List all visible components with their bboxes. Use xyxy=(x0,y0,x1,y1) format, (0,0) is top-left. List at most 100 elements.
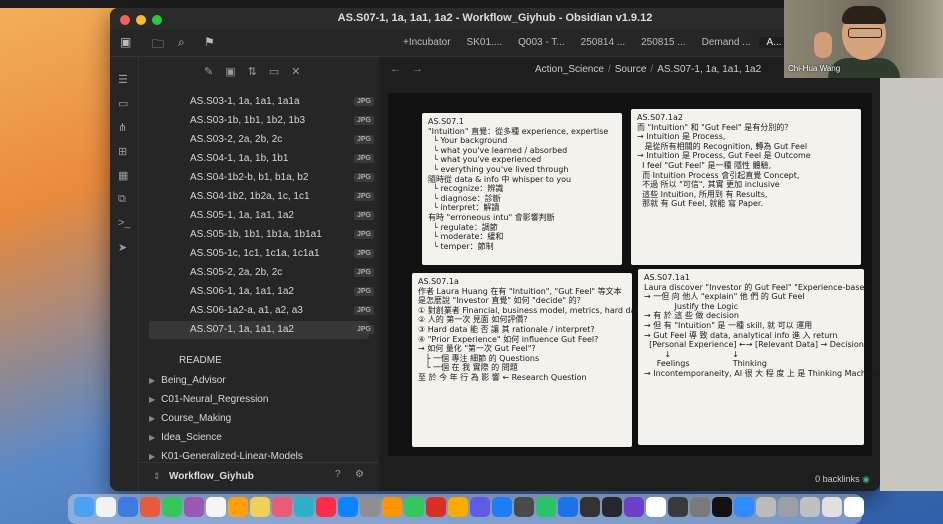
handwritten-notes-photo: AS.S07.1 "Intuition" 直覺：從多種 experience, … xyxy=(388,93,878,456)
chevron-right-icon: ▶ xyxy=(149,376,156,385)
dock-app-icon[interactable] xyxy=(316,497,336,517)
tab-bar: ▣ 🗀 ⌕ ⚑ +Incubator SK01.... Q003 - T... … xyxy=(110,30,880,57)
dock-app-icon[interactable] xyxy=(756,497,776,517)
dock-app-icon[interactable] xyxy=(206,497,226,517)
folder-item[interactable]: ▶ K01-Generalized-Linear-Models xyxy=(149,451,303,462)
readme-file[interactable]: README xyxy=(179,355,222,366)
list-item[interactable]: AS.S05-1, 1a, 1a1, 1a2 JPG xyxy=(149,207,399,225)
dock-app-icon[interactable] xyxy=(580,497,600,517)
list-item[interactable]: AS.S04-1, 1a, 1b, 1b1 JPG xyxy=(149,150,399,168)
sidebar-toggle-icon[interactable]: ▣ xyxy=(120,35,131,49)
dock-app-icon[interactable] xyxy=(712,497,732,517)
backlinks-count[interactable]: 0 backlinks ◉ xyxy=(815,474,870,485)
list-item[interactable]: AS.S06-1a2-a, a1, a2, a3 JPG xyxy=(149,302,399,320)
list-item[interactable]: AS.S03-1b, 1b1, 1b2, 1b3 JPG xyxy=(149,112,399,130)
tab-incubator[interactable]: +Incubator xyxy=(395,37,459,48)
switcher-icon[interactable]: ☰ xyxy=(118,73,128,86)
dock-app-icon[interactable] xyxy=(690,497,710,517)
dock-app-icon[interactable] xyxy=(536,497,556,517)
tab-q003[interactable]: Q003 - T... xyxy=(510,37,573,48)
dock-app-icon[interactable] xyxy=(822,497,842,517)
files-icon[interactable]: 🗀 xyxy=(152,35,164,56)
dock-app-icon[interactable] xyxy=(558,497,578,517)
help-icon[interactable]: ? xyxy=(335,469,341,480)
tab-250814[interactable]: 250814 ... xyxy=(573,37,633,48)
breadcrumb-item[interactable]: Action_Science xyxy=(535,64,604,75)
breadcrumb-item[interactable]: Source xyxy=(615,64,647,75)
list-item[interactable]: AS.S04-1b2-b, b1, b1a, b2 JPG xyxy=(149,169,399,187)
list-item[interactable]: AS.S03-1, 1a, 1a1, 1a1a JPG xyxy=(149,93,399,111)
bookmark-icon[interactable]: ⚑ xyxy=(204,35,215,49)
search-icon[interactable]: ⌕ xyxy=(178,35,185,50)
list-item[interactable]: AS.S04-1b2, 1b2a, 1c, 1c1 JPG xyxy=(149,188,399,206)
dock-app-icon[interactable] xyxy=(624,497,644,517)
graph-icon[interactable]: ⋔ xyxy=(118,121,127,134)
dock-app-icon[interactable] xyxy=(118,497,138,517)
dock-app-icon[interactable] xyxy=(492,497,512,517)
explorer-toolbar: ✎ ▣ ⇅ ▭ ✕ xyxy=(204,65,300,78)
new-folder-icon[interactable]: ▣ xyxy=(225,65,235,78)
tab-sk01[interactable]: SK01.... xyxy=(459,37,511,48)
list-item[interactable]: AS.S05-2, 2a, 2b, 2c JPG xyxy=(149,264,399,282)
tab-250815[interactable]: 250815 ... xyxy=(633,37,693,48)
folder-item[interactable]: ▶ Course_Making xyxy=(149,413,231,424)
note-card: AS.S07.1a1 Laura discover "Investor 的 Gu… xyxy=(638,269,878,445)
dock-app-icon[interactable] xyxy=(74,497,94,517)
dock-app-icon[interactable] xyxy=(514,497,534,517)
dock-app-icon[interactable] xyxy=(294,497,314,517)
back-arrow-icon[interactable]: ← xyxy=(390,63,401,75)
close-icon[interactable]: ✕ xyxy=(291,65,300,78)
chevron-right-icon: ▶ xyxy=(149,433,156,442)
forward-arrow-icon[interactable]: → xyxy=(412,63,423,75)
list-item-active[interactable]: AS.S07-1, 1a, 1a1, 1a2 JPG xyxy=(149,321,375,339)
webcam-overlay: Chi-Hua Wang xyxy=(784,0,943,78)
gear-icon[interactable]: ⚙ xyxy=(355,469,364,480)
dock-app-icon[interactable] xyxy=(844,497,864,517)
dock-app-icon[interactable] xyxy=(470,497,490,517)
dock-app-icon[interactable] xyxy=(184,497,204,517)
folder-item[interactable]: ▶ Being_Advisor xyxy=(149,375,226,386)
dock-app-icon[interactable] xyxy=(338,497,358,517)
dock-app-icon[interactable] xyxy=(734,497,754,517)
tab-demand[interactable]: Demand ... xyxy=(694,37,759,48)
dock-app-icon[interactable] xyxy=(140,497,160,517)
calendar-icon[interactable]: ▦ xyxy=(118,169,128,182)
dock-app-icon[interactable] xyxy=(272,497,292,517)
sort-icon[interactable]: ⇅ xyxy=(248,65,257,78)
dock-app-icon[interactable] xyxy=(404,497,424,517)
dock-app-icon[interactable] xyxy=(360,497,380,517)
person-glasses xyxy=(848,28,882,38)
dock-app-icon[interactable] xyxy=(668,497,688,517)
dock-app-icon[interactable] xyxy=(448,497,468,517)
list-item[interactable]: AS.S03-2, 2a, 2b, 2c JPG xyxy=(149,131,399,149)
note-card: AS.S07.1a2 而 "Intuition" 和 "Gut Feel" 是有… xyxy=(631,109,861,265)
file-icon[interactable]: ▭ xyxy=(118,97,128,110)
dock-app-icon[interactable] xyxy=(426,497,446,517)
list-item[interactable]: AS.S05-1b, 1b1, 1b1a, 1b1a1 JPG xyxy=(149,226,399,244)
dock-app-icon[interactable] xyxy=(778,497,798,517)
new-note-icon[interactable]: ✎ xyxy=(204,65,213,78)
terminal-icon[interactable]: >_ xyxy=(118,217,131,229)
dock-app-icon[interactable] xyxy=(96,497,116,517)
dock-app-icon[interactable] xyxy=(646,497,666,517)
dock-app-icon[interactable] xyxy=(602,497,622,517)
vault-switcher[interactable]: ⇕ Workflow_Giyhub ? ⚙ xyxy=(139,462,379,491)
dock-app-icon[interactable] xyxy=(162,497,182,517)
dock-app-icon[interactable] xyxy=(800,497,820,517)
collapse-icon[interactable]: ▭ xyxy=(269,65,279,78)
note-card: AS.S07.1 "Intuition" 直覺：從多種 experience, … xyxy=(422,113,622,265)
list-item[interactable]: AS.S06-1, 1a, 1a1, 1a2 JPG xyxy=(149,283,399,301)
canvas-icon[interactable]: ⊞ xyxy=(118,145,127,158)
folder-item[interactable]: ▶ C01-Neural_Regression xyxy=(149,394,268,405)
folder-item[interactable]: ▶ Idea_Science xyxy=(149,432,222,443)
check-circle-icon: ◉ xyxy=(862,474,870,484)
dock-app-icon[interactable] xyxy=(228,497,248,517)
webcam-label: Chi-Hua Wang xyxy=(788,64,841,73)
send-icon[interactable]: ➤ xyxy=(118,241,127,254)
list-item[interactable]: AS.S05-1c, 1c1, 1c1a, 1c1a1 JPG xyxy=(149,245,399,263)
dock-app-icon[interactable] xyxy=(250,497,270,517)
dock-app-icon[interactable] xyxy=(382,497,402,517)
dock xyxy=(68,494,864,524)
copy-icon[interactable]: ⧉ xyxy=(118,193,126,206)
ribbon: ☰ ▭ ⋔ ⊞ ▦ ⧉ >_ ➤ xyxy=(110,57,139,491)
